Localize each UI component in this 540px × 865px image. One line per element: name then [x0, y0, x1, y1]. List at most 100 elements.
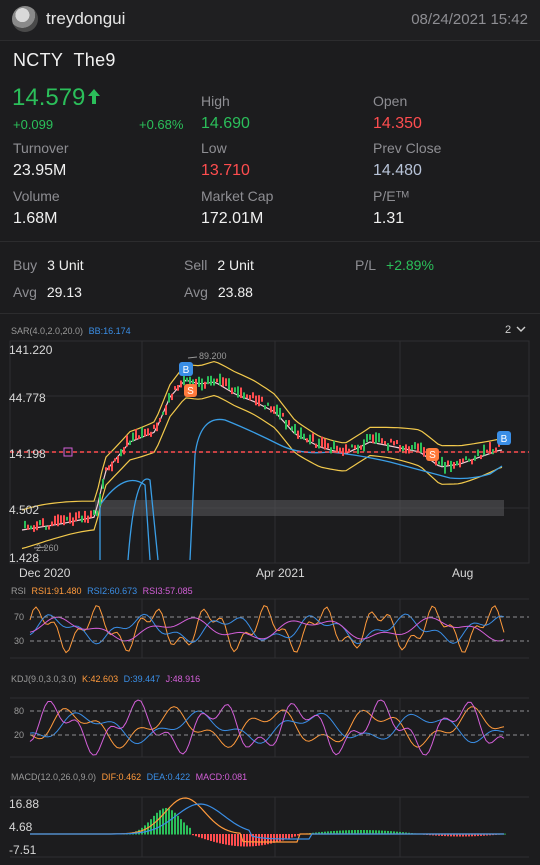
- candlestick: [309, 434, 311, 445]
- candlestick: [417, 443, 419, 451]
- macd-histogram-bar: [183, 822, 185, 835]
- candlestick: [477, 449, 479, 457]
- macd-histogram-bar: [201, 834, 203, 839]
- candlestick: [129, 440, 131, 445]
- candlestick: [204, 381, 206, 389]
- macd-histogram-bar: [219, 834, 221, 844]
- candlestick: [216, 378, 218, 383]
- macd-histogram-bar: [294, 834, 296, 837]
- candlestick: [321, 436, 323, 448]
- date-axis-aug: Aug: [452, 566, 474, 580]
- macd-histogram-bar: [159, 810, 161, 835]
- candlestick: [186, 377, 188, 382]
- candlestick: [450, 460, 452, 473]
- macd-histogram-bar: [207, 834, 209, 841]
- candlestick: [240, 387, 242, 398]
- candlestick: [24, 520, 26, 529]
- candlestick: [102, 479, 104, 489]
- candlestick: [282, 412, 284, 417]
- macd-histogram-bar: [279, 834, 281, 842]
- candlestick: [381, 438, 383, 444]
- macd-histogram-bar: [216, 834, 218, 843]
- svg-text:B: B: [501, 434, 508, 445]
- kdj-level-high: 80: [14, 706, 25, 716]
- macd-histogram-bar: [504, 833, 506, 835]
- macd-histogram-bar: [228, 834, 230, 846]
- candlestick: [168, 393, 170, 403]
- candlestick: [57, 514, 59, 527]
- candlestick: [285, 419, 287, 430]
- candlestick: [234, 387, 236, 393]
- svg-text:B: B: [183, 365, 190, 376]
- macd-value: MACD:0.081: [195, 772, 248, 782]
- candlestick: [336, 445, 338, 453]
- sell-marker-icon: S: [184, 384, 197, 397]
- candlestick: [231, 387, 233, 395]
- candlestick: [291, 426, 293, 431]
- candlestick: [258, 395, 260, 407]
- macd-histogram-bar: [192, 834, 194, 836]
- rsi-legend[interactable]: RSI RSI1:91.480 RSI2:60.673 RSI3:57.085: [11, 586, 196, 596]
- candlestick: [465, 456, 467, 461]
- candlestick: [456, 460, 458, 466]
- candlestick: [54, 515, 56, 525]
- macd-histogram-bar: [246, 834, 248, 847]
- candlestick: [87, 515, 89, 524]
- candlestick: [117, 456, 119, 464]
- candlestick: [372, 434, 374, 444]
- candlestick: [300, 427, 302, 440]
- candlestick: [135, 429, 137, 440]
- kdj-d-line: [29, 710, 505, 745]
- candlestick: [363, 439, 365, 452]
- candlestick: [99, 494, 101, 506]
- candlestick: [201, 378, 203, 391]
- price-axis-4: 4.502: [9, 503, 40, 517]
- date-axis-dec: Dec 2020: [19, 566, 71, 580]
- candlestick: [198, 376, 200, 387]
- macd-histogram-bar: [189, 827, 191, 835]
- macd-legend[interactable]: MACD(12.0,26.0,9.0) DIF:0.462 DEA:0.422 …: [11, 772, 250, 782]
- candlestick: [51, 521, 53, 527]
- main-chart[interactable]: B S S B: [0, 0, 540, 865]
- kdj-j-value: J:48.916: [165, 674, 201, 684]
- macd-histogram-bar: [198, 834, 200, 838]
- candlestick: [396, 440, 398, 445]
- macd-histogram-bar: [204, 834, 206, 840]
- macd-histogram-bar: [177, 815, 179, 835]
- kdj-legend[interactable]: KDJ(9.0,3.0,3.0) K:42.603 D:39.447 J:48.…: [11, 674, 203, 684]
- price-axis-2: 44.778: [9, 391, 46, 405]
- candlestick: [213, 378, 215, 386]
- candlestick: [438, 461, 440, 465]
- candlestick: [330, 447, 332, 454]
- candlestick: [480, 454, 482, 460]
- candlestick: [90, 510, 92, 518]
- high-marker-label: 89.200: [199, 351, 227, 361]
- candlestick: [72, 517, 74, 526]
- sar-curve-dip: [127, 478, 159, 561]
- candlestick: [171, 393, 173, 401]
- kdj-level-low: 20: [14, 730, 25, 740]
- macd-histogram-bar: [291, 834, 293, 838]
- candlestick: [207, 376, 209, 385]
- candlestick: [462, 458, 464, 463]
- candlestick: [273, 406, 275, 414]
- candlestick: [453, 462, 455, 469]
- candlestick: [387, 443, 389, 451]
- candlestick: [303, 433, 305, 440]
- candlestick: [48, 525, 50, 530]
- candlestick: [312, 433, 314, 442]
- candlestick: [36, 521, 38, 531]
- macd-histogram-bar: [276, 834, 278, 843]
- candlestick: [297, 430, 299, 439]
- candlestick: [150, 431, 152, 437]
- candlestick: [333, 440, 335, 450]
- macd-histogram-bar: [156, 812, 158, 835]
- candlestick: [360, 445, 362, 450]
- candlestick: [63, 515, 65, 526]
- candlestick: [255, 395, 257, 406]
- macd-histogram-bar: [264, 834, 266, 845]
- kdj-j-line: [29, 699, 505, 756]
- candlestick: [471, 459, 473, 465]
- candlestick: [357, 444, 359, 454]
- candlestick: [75, 512, 77, 522]
